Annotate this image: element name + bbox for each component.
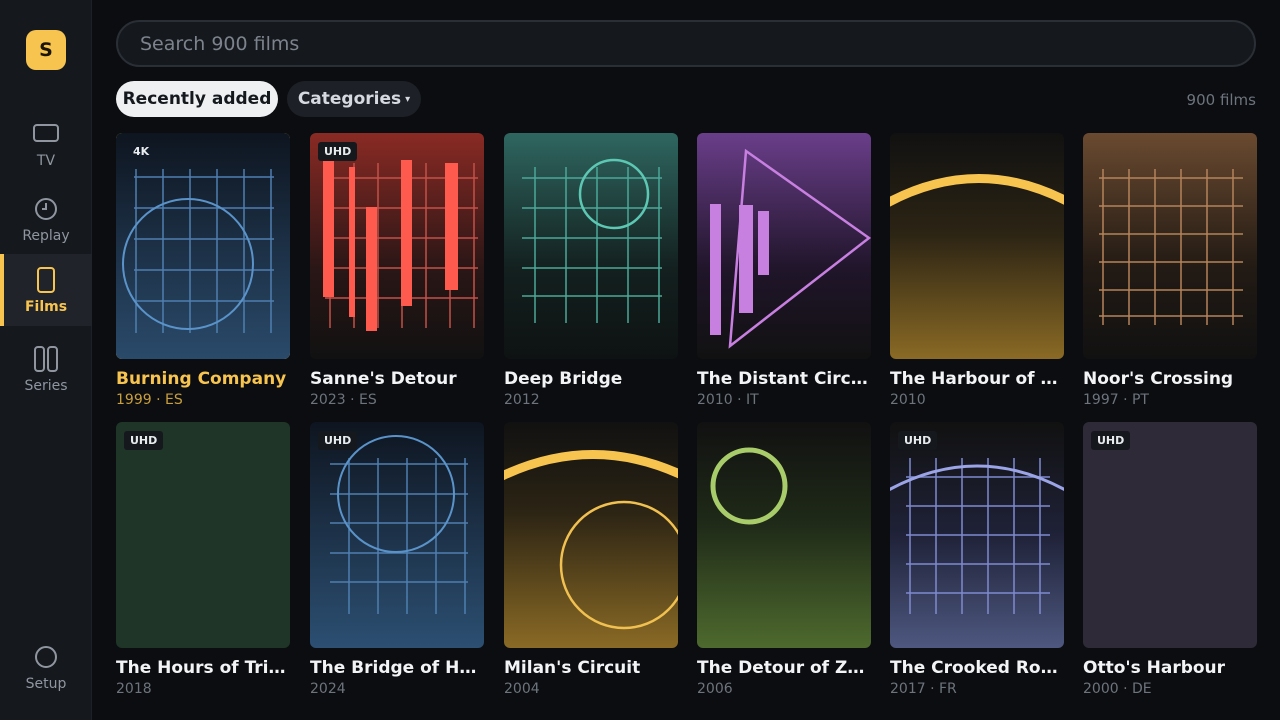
- film-card[interactable]: UHD Otto's Harbour 2000 · DE: [1083, 422, 1257, 697]
- sidebar-item-label: Setup: [25, 676, 67, 692]
- film-card[interactable]: Milan's Circuit 2004: [504, 422, 678, 697]
- app-logo[interactable]: S: [26, 30, 66, 70]
- chevron-down-icon: ▾: [405, 93, 411, 105]
- filter-categories[interactable]: Categories ▾: [287, 81, 421, 117]
- sidebar-item-films[interactable]: Films: [0, 254, 92, 326]
- tv-icon: [33, 124, 59, 142]
- film-poster: [1083, 133, 1257, 359]
- film-title: The Crooked Rooms: [890, 658, 1064, 678]
- film-title: The Hours of Trieste: [116, 658, 290, 678]
- quality-badge: UHD: [898, 431, 938, 450]
- film-meta: 2000 · DE: [1083, 681, 1152, 697]
- film-title: The Detour of Zeel...: [697, 658, 871, 678]
- sidebar-item-series[interactable]: Series: [0, 335, 92, 407]
- film-poster: UHD: [1083, 422, 1257, 648]
- film-poster: UHD: [310, 133, 484, 359]
- film-card[interactable]: Noor's Crossing 1997 · PT: [1083, 133, 1257, 408]
- film-poster: [504, 133, 678, 359]
- filter-label: Recently added: [122, 89, 272, 109]
- film-icon: [37, 267, 55, 293]
- sidebar-item-tv[interactable]: TV: [0, 110, 92, 182]
- film-meta: 2017 · FR: [890, 681, 957, 697]
- film-poster: 4K: [116, 133, 290, 359]
- film-card[interactable]: The Detour of Zeel... 2006: [697, 422, 871, 697]
- film-card[interactable]: UHD Sanne's Detour 2023 · ES: [310, 133, 484, 408]
- film-title: The Harbour of Lu...: [890, 369, 1064, 389]
- result-count: 900 films: [1186, 91, 1256, 109]
- film-poster: UHD: [890, 422, 1064, 648]
- quality-badge: UHD: [1091, 431, 1131, 450]
- film-title: Milan's Circuit: [504, 658, 641, 678]
- film-meta: 2023 · ES: [310, 392, 377, 408]
- film-meta: 2006: [697, 681, 733, 697]
- film-poster: [504, 422, 678, 648]
- filter-label: Categories: [297, 89, 402, 109]
- sidebar-item-label: Films: [24, 299, 68, 315]
- film-card[interactable]: UHD The Crooked Rooms 2017 · FR: [890, 422, 1064, 697]
- series-icon: [34, 346, 58, 372]
- film-title: Deep Bridge: [504, 369, 623, 389]
- filter-recently-added[interactable]: Recently added: [116, 81, 278, 117]
- film-title: The Bridge of Hartl...: [310, 658, 484, 678]
- film-meta: 2018: [116, 681, 152, 697]
- film-meta: 2024: [310, 681, 346, 697]
- film-meta: 1999 · ES: [116, 392, 183, 408]
- film-title: Otto's Harbour: [1083, 658, 1226, 678]
- film-poster: UHD: [116, 422, 290, 648]
- search-bar[interactable]: [116, 20, 1256, 67]
- film-poster: [697, 133, 871, 359]
- film-title: Noor's Crossing: [1083, 369, 1234, 389]
- film-card[interactable]: 4K Burning Company 1999 · ES: [116, 133, 290, 408]
- settings-circle-icon: [35, 646, 57, 668]
- quality-badge: UHD: [318, 142, 358, 161]
- sidebar: S TV Replay Films Series Setup: [0, 0, 92, 720]
- clock-icon: [35, 198, 57, 220]
- film-title: Burning Company: [116, 369, 287, 389]
- search-input[interactable]: [140, 32, 1232, 55]
- film-card[interactable]: The Distant Circuit 2010 · IT: [697, 133, 871, 408]
- quality-badge: UHD: [318, 431, 358, 450]
- sidebar-item-label: Series: [24, 378, 68, 394]
- sidebar-item-setup[interactable]: Setup: [0, 633, 92, 705]
- sidebar-item-label: TV: [36, 153, 56, 169]
- film-meta: 1997 · PT: [1083, 392, 1149, 408]
- film-card[interactable]: UHD The Bridge of Hartl... 2024: [310, 422, 484, 697]
- film-meta: 2012: [504, 392, 540, 408]
- film-title: Sanne's Detour: [310, 369, 457, 389]
- film-meta: 2010: [890, 392, 926, 408]
- film-poster: [890, 133, 1064, 359]
- sidebar-item-replay[interactable]: Replay: [0, 185, 92, 257]
- film-title: The Distant Circuit: [697, 369, 871, 389]
- film-meta: 2004: [504, 681, 540, 697]
- film-meta: 2010 · IT: [697, 392, 759, 408]
- quality-badge: 4K: [133, 145, 150, 158]
- film-poster: UHD: [310, 422, 484, 648]
- sidebar-item-label: Replay: [22, 228, 70, 244]
- quality-badge: UHD: [124, 431, 164, 450]
- film-card[interactable]: UHD The Hours of Trieste 2018: [116, 422, 290, 697]
- film-card[interactable]: The Harbour of Lu... 2010: [890, 133, 1064, 408]
- film-poster: [697, 422, 871, 648]
- film-card[interactable]: Deep Bridge 2012: [504, 133, 678, 408]
